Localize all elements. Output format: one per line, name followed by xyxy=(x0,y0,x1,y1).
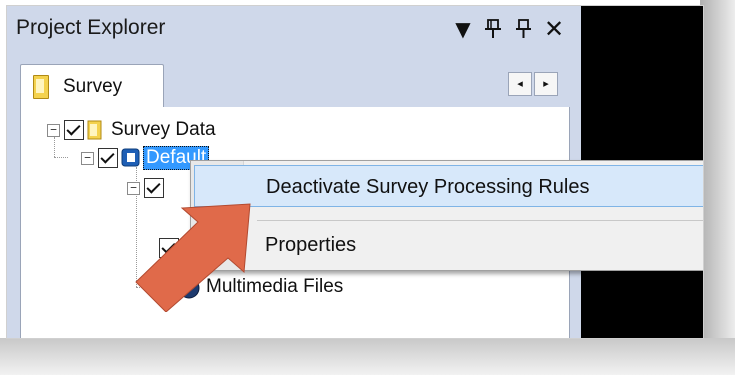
tab-strip: Survey ◂ ▸ xyxy=(7,50,581,109)
checkbox-default[interactable] xyxy=(98,148,118,168)
scroll-left-button[interactable]: ◂ xyxy=(508,72,532,96)
folder-icon xyxy=(33,75,49,99)
tab-survey[interactable]: Survey xyxy=(20,64,164,109)
panel-title: Project Explorer xyxy=(16,16,166,39)
scroll-right-button[interactable]: ▸ xyxy=(534,72,558,96)
tree-node-survey-data[interactable]: − Survey Data xyxy=(47,117,216,143)
collapse-icon[interactable]: − xyxy=(47,123,60,137)
menu-item-deactivate-rules[interactable]: Deactivate Survey Processing Rules xyxy=(194,165,703,207)
screenshot-shadow-right xyxy=(700,0,735,340)
collapse-icon[interactable]: − xyxy=(81,151,94,165)
tree-node-collapsed-child[interactable]: − xyxy=(127,175,167,201)
close-icon[interactable]: ✕ xyxy=(541,16,567,42)
screenshot-shadow-bottom xyxy=(0,338,735,375)
menu-separator xyxy=(257,220,703,221)
database-icon xyxy=(121,148,141,168)
checkbox-survey-data[interactable] xyxy=(64,120,84,140)
pin-icon[interactable] xyxy=(480,16,506,42)
checkbox-child[interactable] xyxy=(144,178,164,198)
tab-label: Survey xyxy=(63,76,123,97)
menu-item-label: Properties xyxy=(265,234,357,256)
folder-icon xyxy=(87,120,103,140)
autohide-icon[interactable] xyxy=(511,16,537,42)
panel-title-bar: Project Explorer ▼ ✕ xyxy=(7,6,581,50)
collapse-icon[interactable]: − xyxy=(127,181,140,195)
menu-item-properties[interactable]: Properties xyxy=(194,224,703,266)
screenshot-frame: Project Explorer ▼ ✕ Survey ◂ ▸ − Survey… xyxy=(7,6,703,338)
tab-scroll-buttons: ◂ ▸ xyxy=(508,72,560,96)
annotation-arrow xyxy=(135,203,251,312)
menu-item-label: Deactivate Survey Processing Rules xyxy=(266,176,590,198)
tree-connector xyxy=(54,157,68,158)
context-menu: Deactivate Survey Processing Rules Prope… xyxy=(190,160,703,271)
tree-label: Survey Data xyxy=(111,119,216,140)
dropdown-icon[interactable]: ▼ xyxy=(450,16,476,42)
